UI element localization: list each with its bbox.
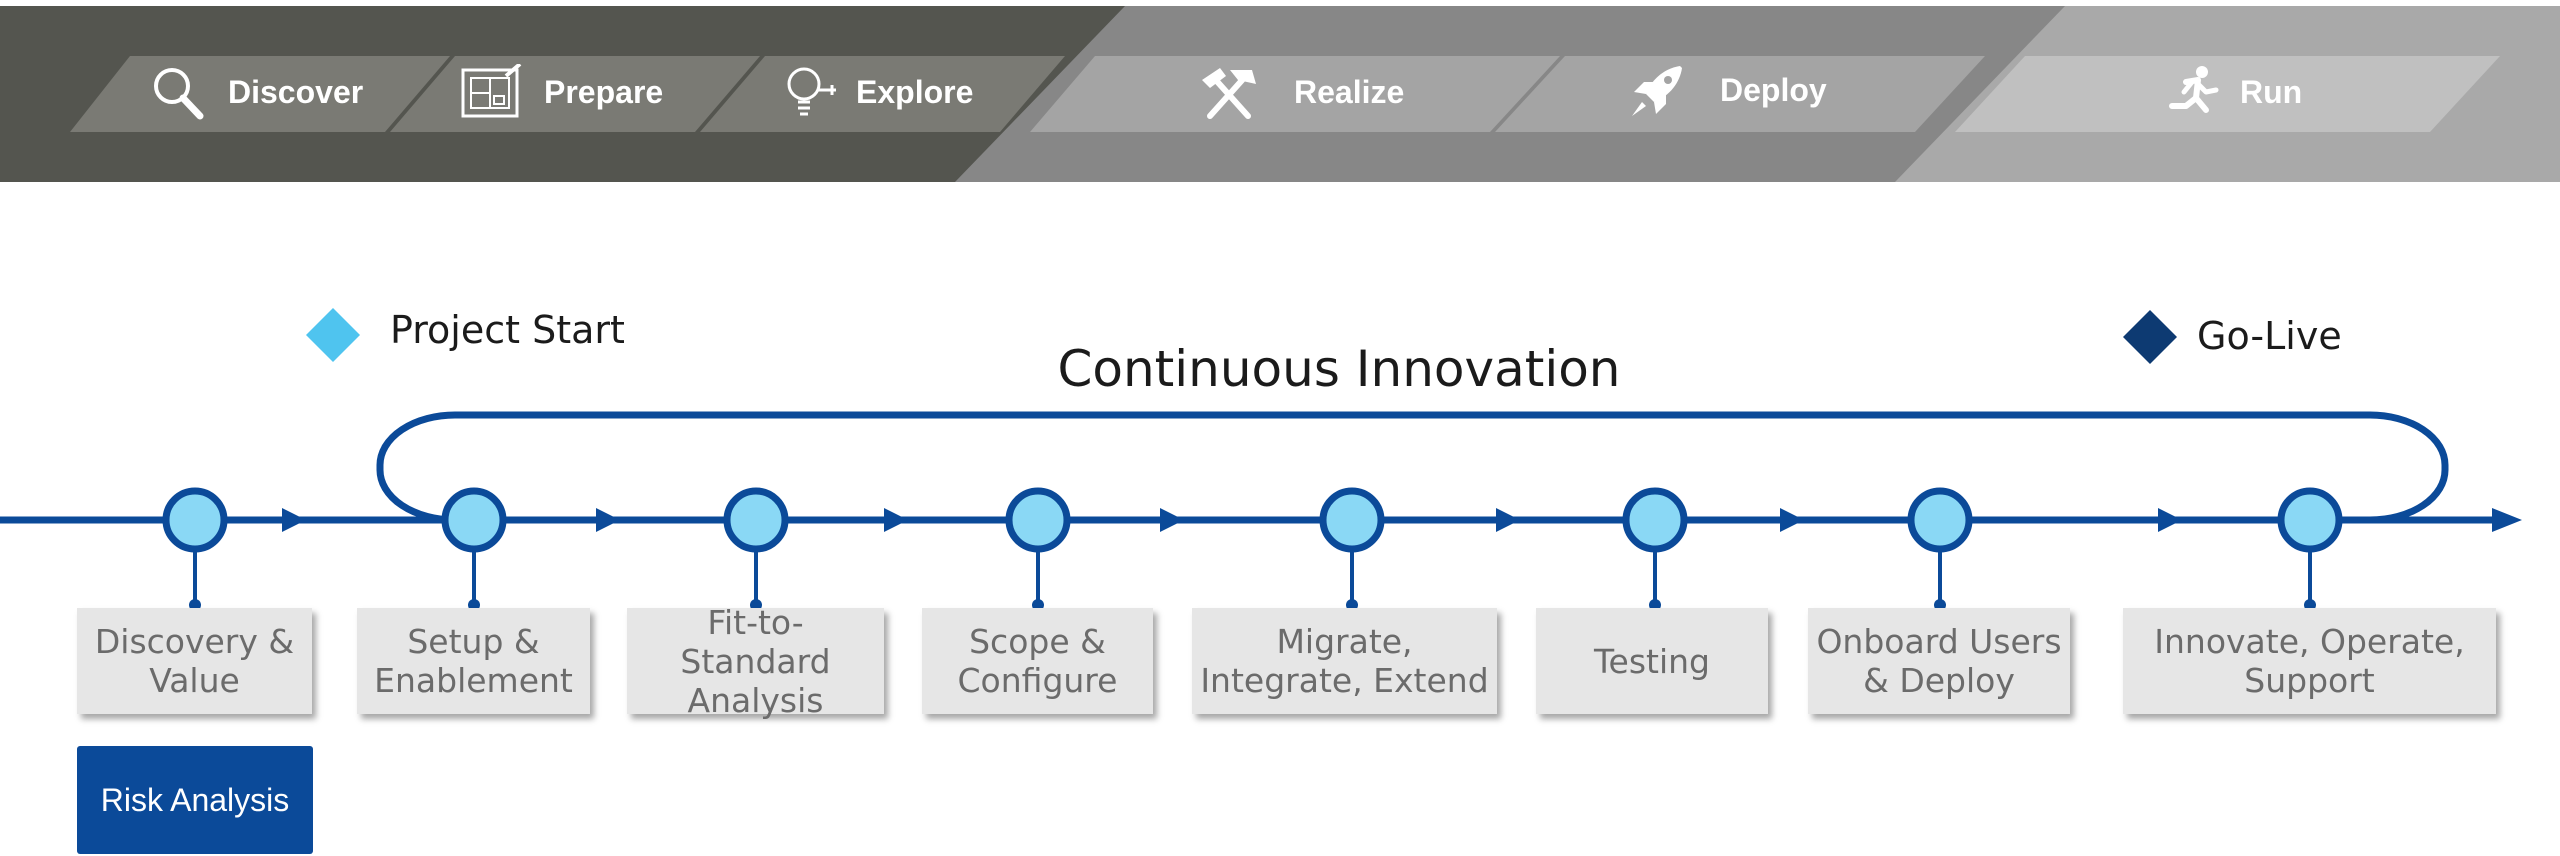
step-label: Onboard Users & Deploy — [1816, 622, 2062, 700]
step-node-7 — [1907, 487, 1973, 611]
step-box-testing[interactable]: Testing — [1536, 608, 1768, 714]
risk-analysis-button[interactable]: Risk Analysis — [77, 746, 313, 854]
continuous-innovation-loop — [376, 411, 2449, 524]
step-label: Migrate, Integrate, Extend — [1200, 622, 1489, 700]
step-box-fit-to-standard[interactable]: Fit-to-Standard Analysis — [627, 603, 884, 720]
step-node-5 — [1319, 487, 1385, 611]
continuous-innovation-title: Continuous Innovation — [1057, 340, 1621, 398]
step-label: Scope & Configure — [957, 622, 1118, 700]
step-node-8 — [2277, 487, 2343, 611]
project-start-label: Project Start — [390, 308, 625, 352]
step-box-discovery-value[interactable]: Discovery & Value — [77, 608, 312, 714]
step-node-2 — [441, 487, 507, 611]
go-live-diamond-icon — [2123, 310, 2177, 364]
timeline-arrow — [596, 508, 620, 532]
timeline-arrow — [884, 508, 908, 532]
step-box-innovate-operate-support[interactable]: Innovate, Operate, Support — [2123, 608, 2496, 714]
step-node-6 — [1622, 487, 1688, 611]
timeline-arrow — [2158, 508, 2182, 532]
step-node-1 — [162, 487, 228, 611]
step-label: Testing — [1593, 641, 1710, 681]
process-diagram — [0, 308, 2522, 611]
timeline-arrow — [1160, 508, 1184, 532]
step-box-scope-configure[interactable]: Scope & Configure — [922, 608, 1153, 714]
timeline-arrow — [1496, 508, 1520, 532]
step-label: Fit-to-Standard Analysis — [680, 602, 831, 720]
step-box-setup-enablement[interactable]: Setup & Enablement — [357, 608, 590, 714]
project-start-diamond-icon — [306, 308, 360, 362]
step-label: Innovate, Operate, Support — [2154, 622, 2465, 700]
step-box-migrate-integrate-extend[interactable]: Migrate, Integrate, Extend — [1192, 608, 1497, 714]
timeline-arrow — [1780, 508, 1804, 532]
timeline-arrow — [282, 508, 306, 532]
step-label: Discovery & Value — [94, 622, 295, 700]
step-box-onboard-users-deploy[interactable]: Onboard Users & Deploy — [1808, 608, 2070, 714]
go-live-label: Go-Live — [2197, 314, 2342, 358]
timeline-end-arrow — [2492, 508, 2522, 532]
step-node-4 — [1005, 487, 1071, 611]
risk-analysis-label: Risk Analysis — [100, 781, 290, 818]
step-node-3 — [723, 487, 789, 611]
step-label: Setup & Enablement — [374, 622, 573, 700]
